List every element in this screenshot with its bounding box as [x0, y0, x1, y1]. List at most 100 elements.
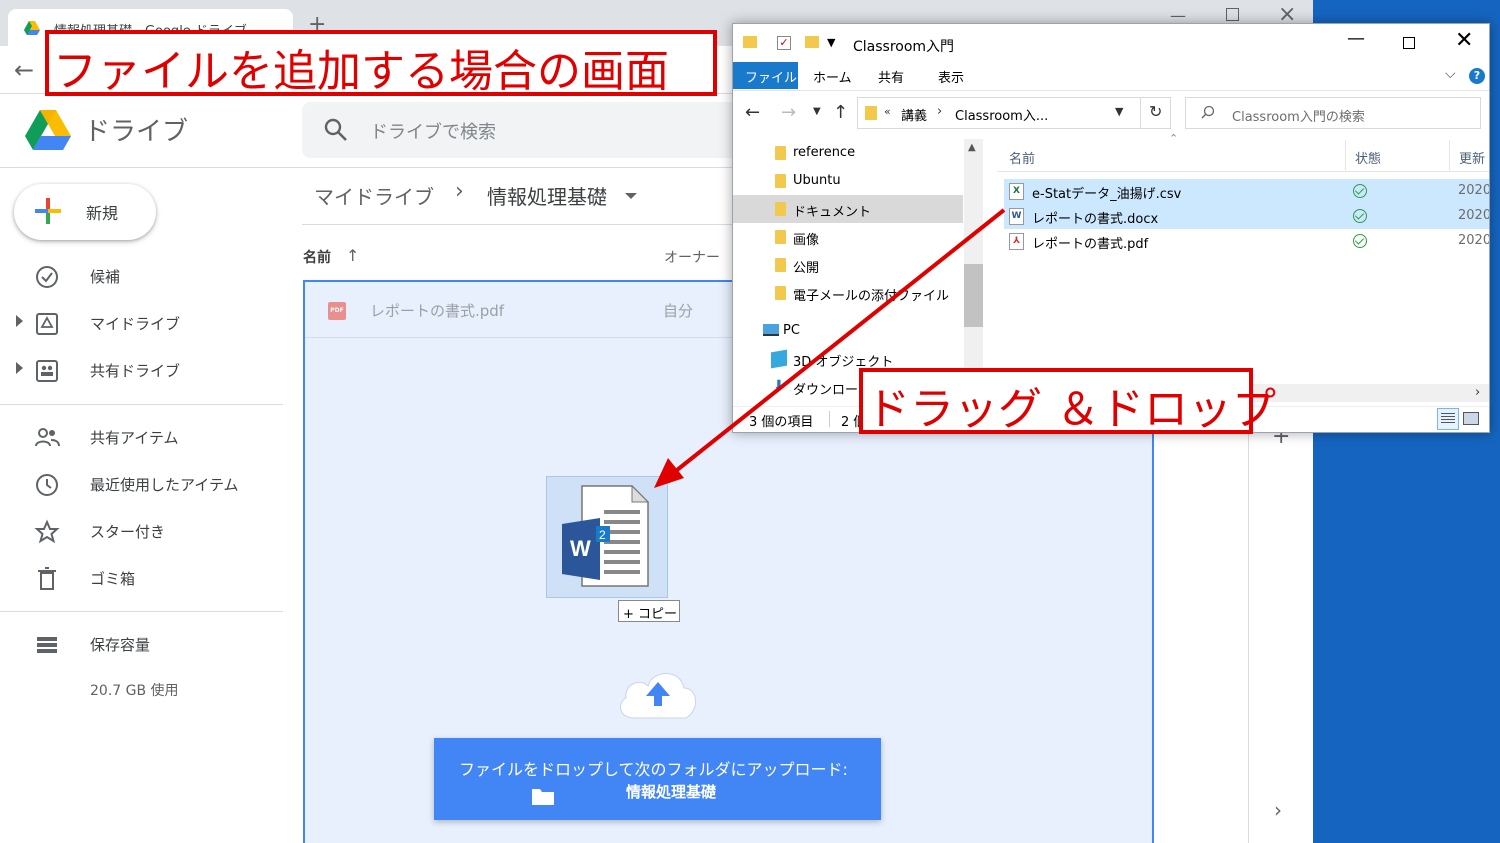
- sidebar-item-shared-drives[interactable]: 共有ドライブ: [0, 348, 283, 392]
- file-date: 2020: [1458, 208, 1490, 223]
- upload-message: ファイルをドロップして次のフォルダにアップロード:: [459, 760, 848, 779]
- tab-view[interactable]: 表示: [938, 67, 964, 86]
- tree-item-label: 画像: [793, 233, 820, 248]
- synced-status-icon: [1353, 209, 1367, 223]
- expand-panel-button[interactable]: ›: [1274, 798, 1282, 822]
- path-segment[interactable]: 講義: [901, 105, 927, 124]
- tree-item[interactable]: Ubuntu: [733, 167, 963, 195]
- tree-item[interactable]: 電子メールの添付ファイル: [733, 279, 963, 307]
- new-button-label: 新規: [86, 204, 119, 223]
- sidebar-item-recent[interactable]: 最近使用したアイテム: [0, 462, 283, 506]
- sidebar-item-suggested[interactable]: 候補: [0, 254, 283, 298]
- scroll-up-icon[interactable]: ▲: [968, 142, 976, 153]
- plus-icon: [35, 198, 61, 224]
- minimize-button[interactable]: —: [1347, 28, 1365, 49]
- tree-item-label: Ubuntu: [793, 173, 841, 188]
- sidebar-item-label: 最近使用したアイテム: [90, 476, 239, 494]
- path-separator[interactable]: ›: [937, 104, 942, 119]
- folder-icon: [775, 174, 786, 188]
- column-header-date[interactable]: 更新: [1459, 148, 1485, 167]
- file-row-selected[interactable]: X e-Statデータ_油揚げ.csv 2020: [1004, 179, 1490, 204]
- close-button[interactable]: ✕: [1455, 28, 1473, 53]
- file-name: レポートの書式.pdf: [1032, 237, 1149, 252]
- breadcrumb-my-drive[interactable]: マイドライブ: [314, 181, 434, 210]
- pdf-file-icon: ⅄: [1009, 233, 1024, 250]
- tree-item[interactable]: 画像: [733, 223, 963, 251]
- sidebar-item-label: 保存容量: [90, 636, 151, 654]
- sidebar-item-starred[interactable]: スター付き: [0, 509, 283, 553]
- drive-favicon-icon: [24, 21, 40, 35]
- back-button[interactable]: ←: [14, 56, 34, 84]
- recent-locations-icon[interactable]: ▼: [813, 106, 821, 117]
- sidebar-item-shared-with-me[interactable]: 共有アイテム: [0, 415, 283, 459]
- sidebar-item-storage[interactable]: 保存容量: [0, 622, 283, 666]
- star-icon: [34, 519, 60, 544]
- sidebar-item-label: 共有アイテム: [90, 429, 179, 447]
- drag-count-badge: 2: [599, 528, 606, 542]
- refresh-icon[interactable]: ↻: [1149, 102, 1162, 121]
- maximize-button[interactable]: [1403, 37, 1415, 49]
- sidebar-item-label: マイドライブ: [90, 315, 181, 333]
- tree-item[interactable]: reference: [733, 139, 963, 167]
- expand-caret-icon[interactable]: [16, 362, 23, 374]
- file-row[interactable]: ⅄ レポートの書式.pdf 2020: [1004, 229, 1489, 254]
- chevron-down-icon[interactable]: ▼: [827, 36, 835, 49]
- header-divider: [997, 171, 1489, 172]
- large-icons-view-button[interactable]: [1463, 412, 1479, 425]
- column-divider[interactable]: [1345, 140, 1346, 170]
- word-document-icon: W 2: [562, 484, 650, 587]
- sort-indicator-icon: ⌃: [1169, 132, 1179, 145]
- column-header-owner[interactable]: オーナー: [664, 247, 720, 267]
- sidebar-item-trash[interactable]: ゴミ箱: [0, 556, 283, 600]
- column-divider[interactable]: [1449, 140, 1450, 170]
- column-header-name[interactable]: 名前: [303, 247, 331, 267]
- tree-item-label: ドキュメント: [793, 205, 872, 220]
- scroll-right-icon[interactable]: ›: [1475, 385, 1480, 400]
- folder-icon: [532, 789, 554, 805]
- tree-item-selected[interactable]: ドキュメント: [733, 195, 963, 223]
- trash-icon: [38, 567, 56, 590]
- path-overflow-icon[interactable]: «: [884, 105, 891, 118]
- expand-ribbon-icon[interactable]: ⌵: [1445, 66, 1456, 82]
- new-folder-icon[interactable]: [805, 36, 819, 48]
- sort-arrow-icon[interactable]: ↑: [346, 246, 359, 265]
- search-placeholder: Classroom入門の検索: [1232, 110, 1365, 125]
- file-owner: 自分: [663, 302, 694, 320]
- synced-status-icon: [1353, 234, 1367, 248]
- sidebar-item-label: 候補: [90, 268, 121, 286]
- expand-caret-icon[interactable]: [16, 315, 23, 327]
- excel-file-icon: X: [1009, 183, 1024, 200]
- sidebar-item-label: スター付き: [90, 523, 166, 541]
- tab-file[interactable]: ファイル: [733, 62, 798, 89]
- tree-item[interactable]: 公開: [733, 251, 963, 279]
- folder-icon: [775, 286, 786, 300]
- search-icon[interactable]: [323, 117, 349, 143]
- storage-used-text: 20.7 GB 使用: [90, 683, 179, 699]
- maximize-button[interactable]: [1226, 8, 1239, 21]
- column-header-status[interactable]: 状態: [1355, 148, 1381, 167]
- breadcrumb-current-folder[interactable]: 情報処理基礎: [487, 181, 607, 210]
- column-header-name[interactable]: 名前: [1009, 148, 1035, 167]
- tab-home[interactable]: ホーム: [813, 67, 852, 86]
- shared-drives-icon: [36, 360, 58, 382]
- search-placeholder: ドライブで検索: [370, 122, 496, 143]
- tree-item-label: 公開: [793, 261, 820, 276]
- file-row-selected[interactable]: W レポートの書式.docx 2020: [1004, 204, 1490, 229]
- sidebar-item-label: 共有ドライブ: [90, 362, 181, 380]
- path-segment[interactable]: Classroom入...: [955, 105, 1048, 124]
- file-date: 2020: [1458, 183, 1490, 198]
- forward-arrow-icon[interactable]: →: [781, 102, 796, 123]
- back-arrow-icon[interactable]: ←: [745, 102, 760, 123]
- up-arrow-icon[interactable]: ↑: [833, 102, 848, 123]
- storage-icon: [37, 637, 57, 653]
- sidebar-item-my-drive[interactable]: マイドライブ: [0, 301, 283, 345]
- properties-icon[interactable]: ✓: [777, 36, 791, 50]
- tree-scrollbar-thumb[interactable]: [964, 264, 983, 327]
- help-icon[interactable]: ?: [1469, 68, 1485, 84]
- title-callout-text: ファイルを追加する場合の画面: [53, 46, 669, 97]
- tab-share[interactable]: 共有: [878, 67, 904, 86]
- word-letter: W: [570, 536, 591, 561]
- drag-drop-callout-text: ドラッグ ＆ドロップ: [866, 384, 1276, 435]
- chevron-down-icon[interactable]: ▼: [1115, 105, 1123, 118]
- chevron-down-icon[interactable]: [625, 193, 637, 199]
